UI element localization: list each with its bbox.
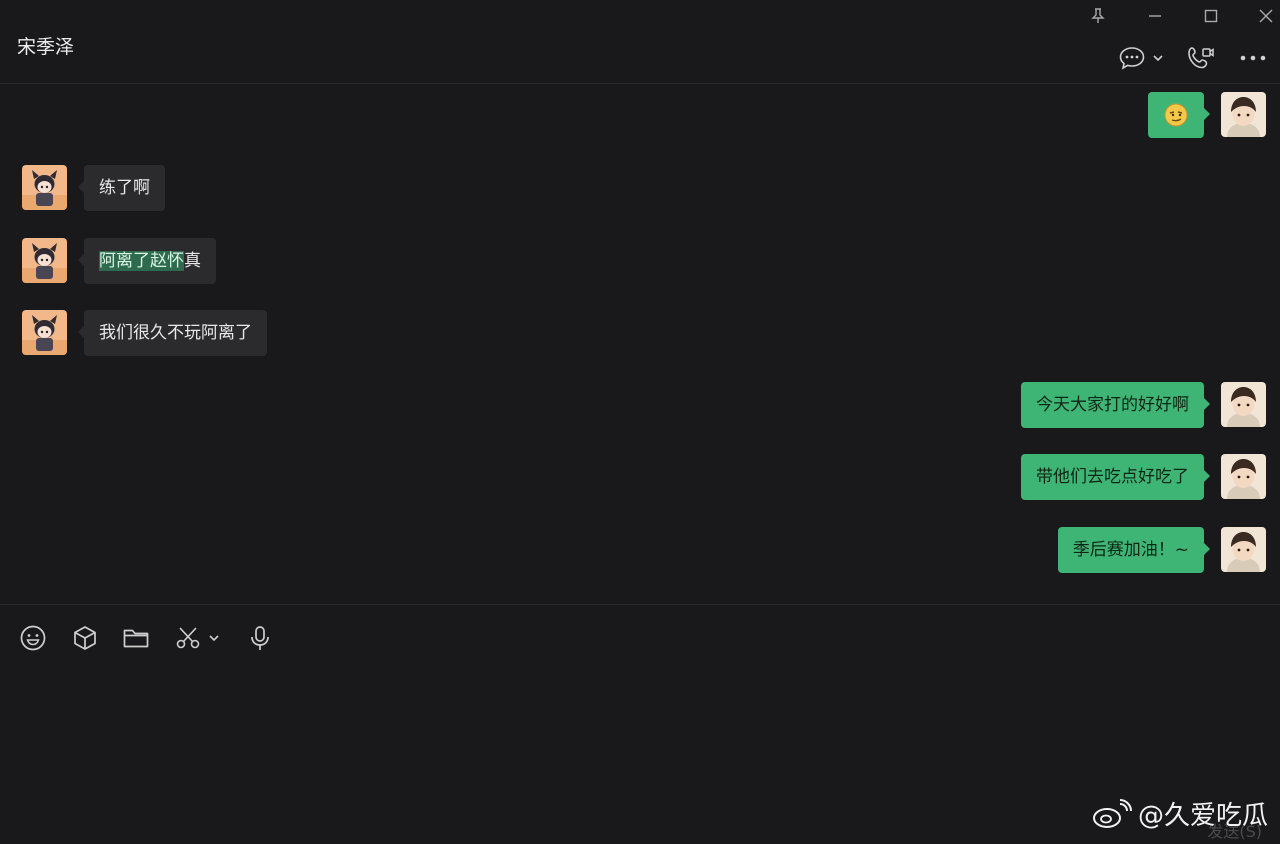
chat-bubble-menu-button[interactable] (1114, 44, 1168, 72)
more-dots-icon (1240, 55, 1266, 61)
message-bubble[interactable]: 今天大家打的好好啊 (1021, 382, 1210, 428)
message-text: 季后赛加油！~ (1072, 540, 1189, 560)
message-text: 我们很久不玩阿离了 (99, 323, 252, 343)
chevron-down-icon (1153, 55, 1163, 62)
contact-avatar[interactable] (22, 238, 67, 283)
folder-icon (123, 629, 149, 648)
more-options-button[interactable] (1238, 44, 1268, 72)
message-row: 练了啊 (22, 165, 165, 211)
message-list[interactable]: 练了啊 阿离了赵怀真 我们很久不玩阿离了 今天大家打的好好啊 带他们去吃点好吃了… (0, 84, 1280, 604)
self-avatar[interactable] (1221, 527, 1266, 572)
file-button[interactable] (122, 623, 150, 653)
message-row: 季后赛加油！~ (1057, 527, 1266, 573)
message-row: 我们很久不玩阿离了 (22, 310, 267, 356)
sticker-button[interactable] (71, 623, 99, 653)
message-bubble[interactable]: 阿离了赵怀真 (78, 238, 216, 284)
chat-bubble-icon (1119, 47, 1145, 70)
message-row: 带他们去吃点好吃了 (1021, 454, 1266, 500)
self-avatar[interactable] (1221, 92, 1266, 137)
message-bubble[interactable]: 带他们去吃点好吃了 (1021, 454, 1210, 500)
cube-icon (74, 626, 96, 650)
pin-icon[interactable] (1088, 6, 1108, 26)
minimize-icon[interactable] (1145, 6, 1165, 26)
message-row: 阿离了赵怀真 (22, 238, 216, 284)
message-text: 真 (184, 251, 201, 271)
message-text: 今天大家打的好好啊 (1036, 395, 1189, 415)
close-icon[interactable] (1256, 6, 1276, 26)
self-avatar[interactable] (1221, 382, 1266, 427)
microphone-icon (251, 626, 269, 650)
phone-video-icon (1188, 47, 1214, 69)
chevron-down-icon[interactable] (208, 634, 220, 642)
message-bubble[interactable]: 练了啊 (78, 165, 165, 211)
self-avatar[interactable] (1221, 454, 1266, 499)
scissors-icon (176, 627, 200, 649)
emoji-button[interactable] (19, 623, 47, 653)
chat-title: 宋季泽 (17, 36, 75, 58)
smirk-emoji-icon (1164, 103, 1188, 127)
contact-avatar[interactable] (22, 165, 67, 210)
smiley-icon (20, 625, 46, 651)
watermark-text: @久爱吃瓜 (1137, 801, 1268, 831)
message-row (1148, 92, 1266, 138)
message-text: 练了啊 (99, 178, 150, 198)
selected-text: 阿离了赵怀 (99, 251, 184, 271)
message-text: 带他们去吃点好吃了 (1036, 467, 1189, 487)
composer: 发送(S) @久爱吃瓜 (0, 604, 1280, 844)
screenshot-button[interactable] (174, 623, 220, 653)
message-bubble[interactable]: 我们很久不玩阿离了 (78, 310, 267, 356)
message-row: 今天大家打的好好啊 (1021, 382, 1266, 428)
watermark: @久爱吃瓜 (1092, 795, 1268, 832)
chat-header: 宋季泽 (0, 0, 1280, 84)
maximize-icon[interactable] (1201, 6, 1221, 26)
message-bubble[interactable] (1148, 92, 1210, 138)
message-bubble[interactable]: 季后赛加油！~ (1057, 527, 1211, 573)
weibo-logo-icon (1092, 798, 1132, 828)
voice-button[interactable] (248, 623, 272, 653)
call-button[interactable] (1186, 44, 1216, 72)
contact-avatar[interactable] (22, 310, 67, 355)
